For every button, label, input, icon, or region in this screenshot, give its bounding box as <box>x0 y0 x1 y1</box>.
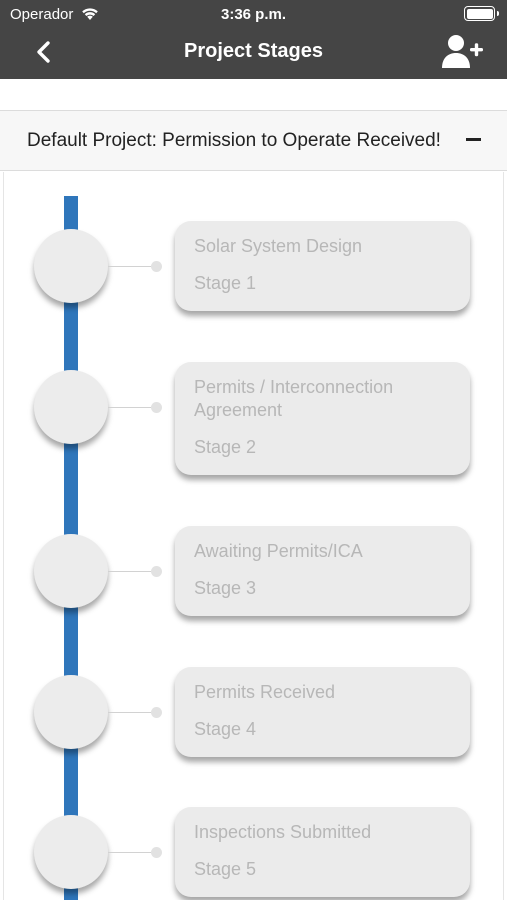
timeline-connector <box>108 712 156 713</box>
timeline-node <box>34 534 108 608</box>
timeline-node <box>34 675 108 749</box>
stage-name: Solar System Design <box>194 236 363 256</box>
timeline-connector <box>108 407 156 408</box>
add-user-button[interactable] <box>441 34 485 70</box>
stage-card[interactable]: Permits / Interconnection Agreement Stag… <box>175 362 470 475</box>
stage-number: Stage 1 <box>194 273 257 293</box>
minus-icon[interactable] <box>466 138 481 141</box>
status-bar: Operador 3:36 p.m. <box>0 0 507 28</box>
timeline-node <box>34 815 108 889</box>
connector-dot <box>151 707 162 718</box>
stage-card[interactable]: Awaiting Permits/ICA Stage 3 <box>175 526 470 616</box>
stage-name: Permits Received <box>194 682 336 702</box>
connector-dot <box>151 402 162 413</box>
status-time: 3:36 p.m. <box>220 6 287 23</box>
connector-dot <box>151 847 162 858</box>
timeline-node <box>34 370 108 444</box>
stage-number: Stage 5 <box>194 859 257 879</box>
timeline-connector <box>108 571 156 572</box>
connector-dot <box>151 261 162 272</box>
timeline-connector <box>108 852 156 853</box>
stage-number: Stage 3 <box>194 578 257 598</box>
stage-card[interactable]: Permits Received Stage 4 <box>175 667 470 757</box>
add-user-icon <box>442 35 483 68</box>
project-panel: Default Project: Permission to Operate R… <box>0 110 507 900</box>
timeline-connector <box>108 266 156 267</box>
stage-name: Inspections Submitted <box>194 822 372 842</box>
page-title: Project Stages <box>184 40 323 62</box>
timeline-node <box>34 229 108 303</box>
stage-card[interactable]: Solar System Design Stage 1 <box>175 221 470 311</box>
battery-icon <box>464 6 499 21</box>
connector-dot <box>151 566 162 577</box>
stage-number: Stage 2 <box>194 437 257 457</box>
stage-number: Stage 4 <box>194 719 257 739</box>
stage-name: Permits / Interconnection Agreement <box>194 377 394 420</box>
stage-name: Awaiting Permits/ICA <box>194 541 363 561</box>
project-title: Default Project: Permission to Operate R… <box>27 130 441 151</box>
app-header: Operador 3:36 p.m. Project Stages <box>0 0 507 79</box>
stage-card[interactable]: Inspections Submitted Stage 5 <box>175 807 470 897</box>
project-header[interactable]: Default Project: Permission to Operate R… <box>0 111 507 171</box>
stage-timeline: Solar System Design Stage 1 Permits / In… <box>3 172 504 900</box>
